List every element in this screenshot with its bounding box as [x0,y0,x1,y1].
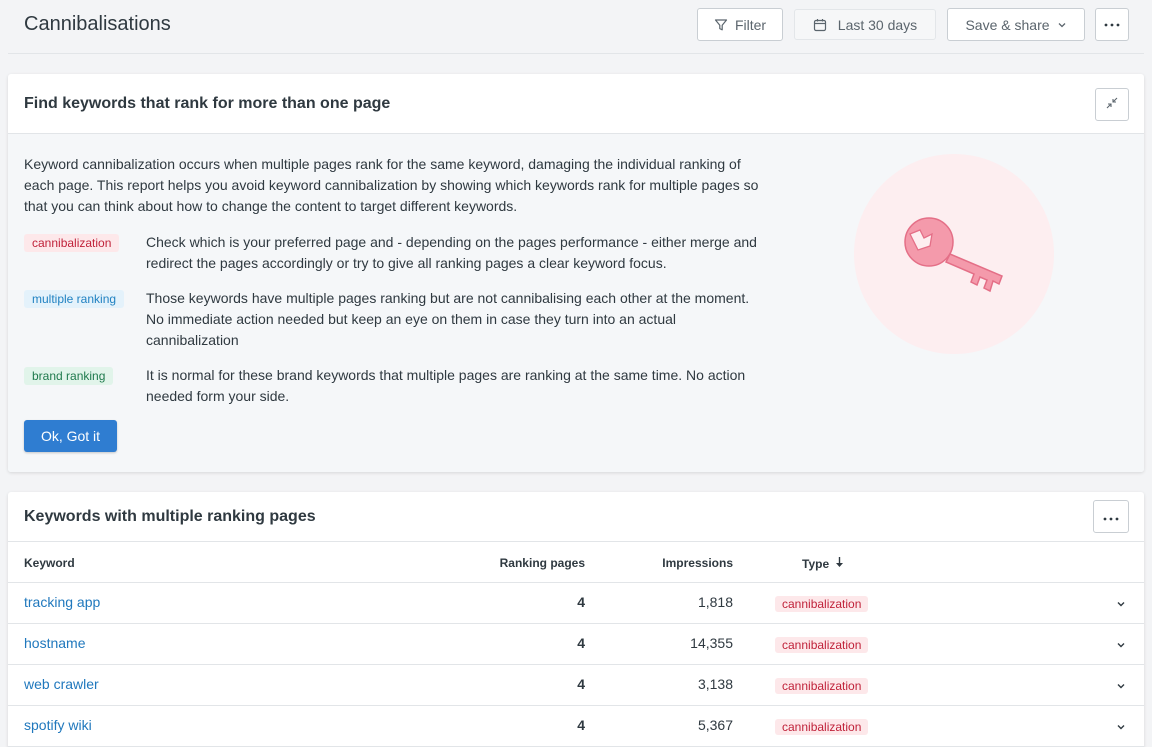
calendar-icon [813,18,827,32]
filter-label: Filter [734,16,767,33]
cannibalization-tag: cannibalization [775,719,869,735]
cannibalization-tag: cannibalization [775,596,869,612]
table-row[interactable]: web crawler 4 3,138 cannibalization [8,665,1144,706]
page-title: Cannibalisations [24,13,171,35]
expand-chevron-icon[interactable] [1116,678,1126,696]
table-row[interactable]: tracking app 4 1,818 cannibalization [8,583,1144,624]
type-cell: cannibalization [775,636,869,653]
keyword-link[interactable]: hostname [24,635,85,651]
table-more-button[interactable] [1093,500,1129,533]
column-type-label: Type [802,556,830,571]
save-share-label: Save & share [965,16,1050,33]
legend-text: It is normal for these brand keywords th… [146,367,746,404]
column-keyword[interactable]: Keyword [24,556,75,570]
expand-chevron-icon[interactable] [1116,719,1126,737]
column-ranking-pages[interactable]: Ranking pages [500,556,585,570]
legend-text: Check which is your preferred page and -… [146,234,757,271]
ranking-pages-value: 4 [577,676,585,692]
info-body: Keyword cannibalization occurs when mult… [8,134,1144,472]
keyword-link[interactable]: spotify wiki [24,717,92,733]
impressions-value: 14,355 [690,635,733,651]
date-range-label: Last 30 days [837,16,918,33]
collapse-button[interactable] [1095,88,1129,121]
table-header: Keyword Ranking pages Impressions Type [8,542,1144,583]
info-card-header: Find keywords that rank for more than on… [8,74,1144,134]
key-illustration [854,154,1054,354]
type-cell: cannibalization [775,595,869,612]
ranking-pages-value: 4 [577,635,585,651]
filter-icon [714,18,728,32]
brand-ranking-tag: brand ranking [24,367,114,385]
save-share-button[interactable]: Save & share [947,8,1085,41]
expand-chevron-icon[interactable] [1116,596,1126,614]
info-card-title: Find keywords that rank for more than on… [24,95,391,112]
intro-text: Keyword cannibalization occurs when mult… [24,156,759,214]
key-icon [854,154,1054,354]
ranking-pages-value: 4 [577,594,585,610]
sort-desc-icon [835,556,844,571]
ranking-pages-value: 4 [577,717,585,733]
info-card: Find keywords that rank for more than on… [8,74,1144,472]
collapse-icon [1106,97,1118,112]
impressions-value: 1,818 [697,594,733,610]
keywords-table-card: Keywords with multiple ranking pages Key… [8,492,1144,747]
more-options-button[interactable] [1095,8,1129,41]
impressions-value: 5,367 [697,717,733,733]
expand-chevron-icon[interactable] [1116,637,1126,655]
multiple-ranking-tag: multiple ranking [24,290,125,308]
table-card-header: Keywords with multiple ranking pages [8,492,1144,542]
chevron-down-icon [1057,20,1067,30]
type-cell: cannibalization [775,677,869,694]
table-card-title: Keywords with multiple ranking pages [24,508,316,525]
page-header: Cannibalisations Filter Last 30 days Sav… [8,0,1144,54]
keyword-link[interactable]: web crawler [24,676,99,692]
ok-got-it-button[interactable]: Ok, Got it [24,420,117,452]
legend-text: Those keywords have multiple pages ranki… [146,290,750,348]
column-impressions[interactable]: Impressions [662,556,733,570]
keyword-link[interactable]: tracking app [24,594,100,610]
impressions-value: 3,138 [697,676,733,692]
table-row[interactable]: hostname 4 14,355 cannibalization [8,624,1144,665]
cannibalization-tag: cannibalization [775,637,869,653]
cannibalization-tag: cannibalization [775,678,869,694]
table-row[interactable]: spotify wiki 4 5,367 cannibalization [8,706,1144,747]
cannibalization-tag: cannibalization [24,234,120,252]
column-type[interactable]: Type [802,556,844,571]
type-cell: cannibalization [775,718,869,735]
more-icon [1104,23,1120,27]
more-icon [1103,509,1119,524]
filter-button[interactable]: Filter [697,8,783,41]
date-range-button[interactable]: Last 30 days [794,9,936,40]
